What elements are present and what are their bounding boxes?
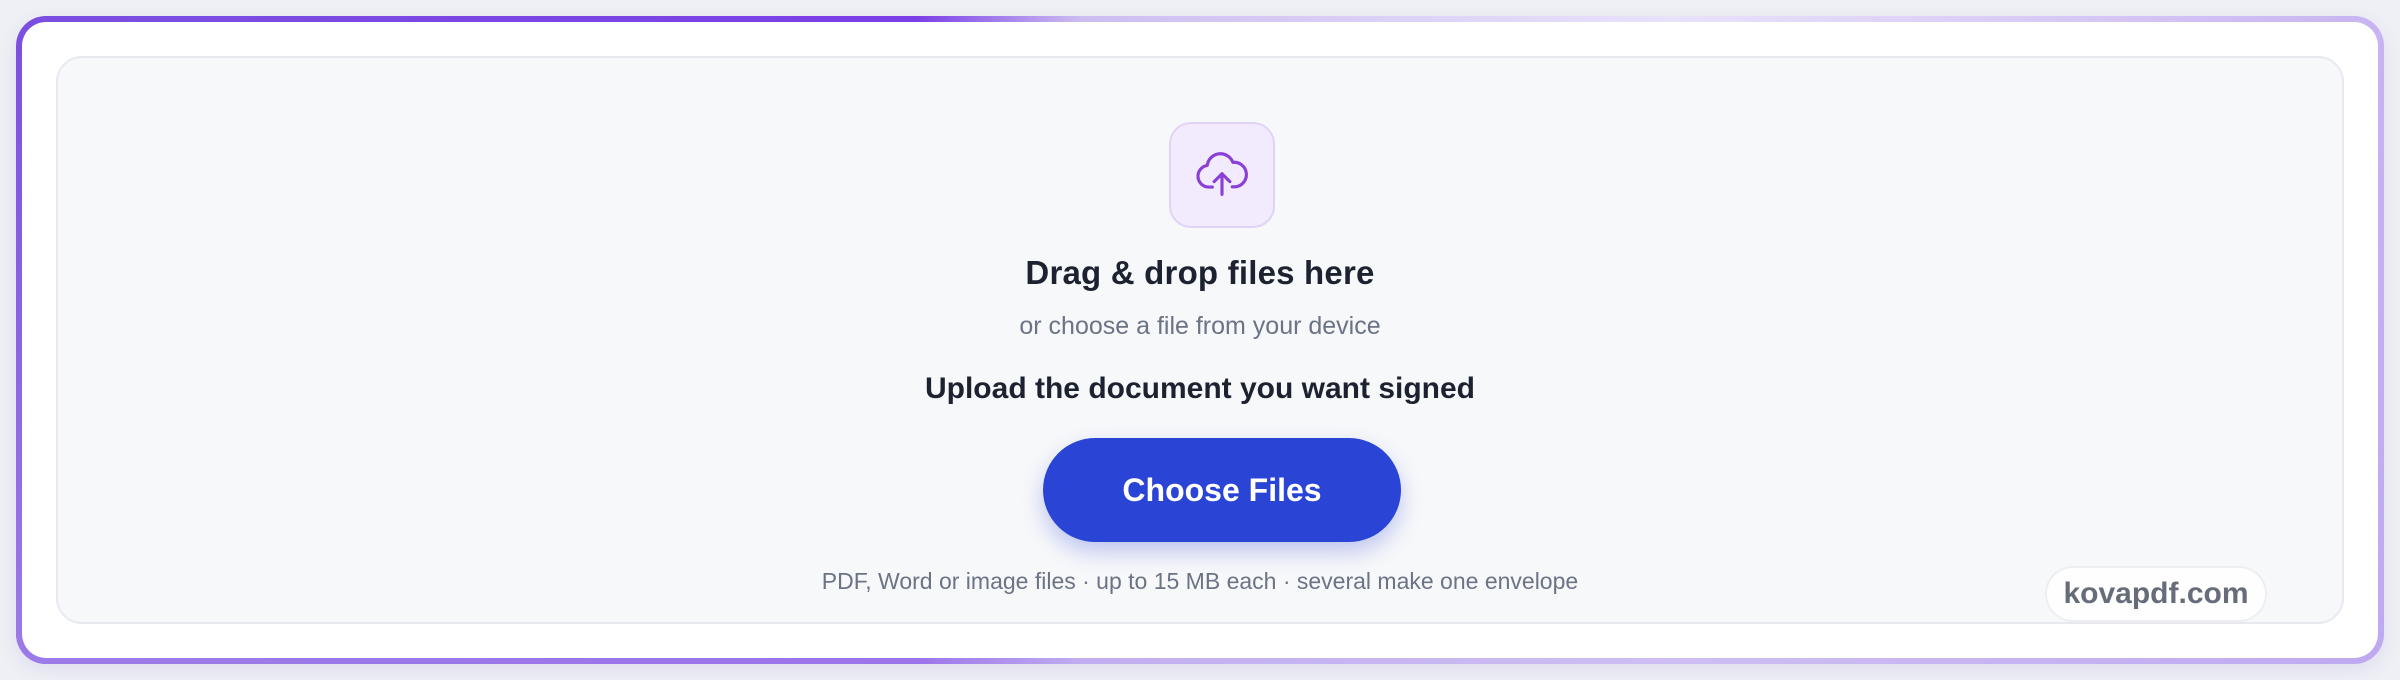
upload-card: Drag & drop files here or choose a file … [16, 16, 2384, 664]
site-watermark: kovapdf.com [2045, 566, 2267, 622]
upload-icon-tile [1169, 122, 1275, 228]
choose-files-button[interactable]: Choose Files [1043, 438, 1401, 542]
cloud-upload-icon [1196, 152, 1248, 196]
file-requirements-hint: PDF, Word or image files · up to 15 MB e… [821, 568, 1579, 594]
dropzone-title: Drag & drop files here [1025, 254, 1375, 291]
upload-instruction: Upload the document you want signed [924, 372, 1476, 405]
file-dropzone[interactable]: Drag & drop files here or choose a file … [56, 56, 2344, 624]
dropzone-subtitle: or choose a file from your device [1019, 312, 1381, 340]
